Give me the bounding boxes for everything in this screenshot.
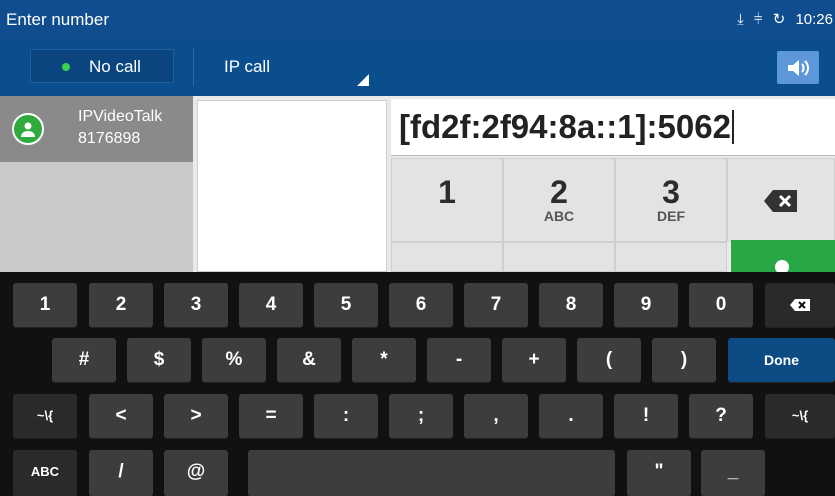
key-abc[interactable]: ABC [13, 450, 77, 496]
number-value: [fd2f:2f94:8a::1]:5062 [399, 108, 731, 145]
key-close-paren[interactable]: ) [652, 338, 716, 382]
key-5[interactable]: 5 [314, 283, 378, 327]
text-caret [731, 110, 734, 144]
key-7[interactable]: 7 [464, 283, 528, 327]
key-minus[interactable]: - [427, 338, 491, 382]
key-6[interactable]: 6 [389, 283, 453, 327]
key-2[interactable]: 2 [89, 283, 153, 327]
key-9[interactable]: 9 [614, 283, 678, 327]
keyboard-backspace-key[interactable] [765, 283, 835, 327]
dialpad-key-6[interactable] [615, 242, 727, 272]
suggestion-pane [197, 100, 387, 272]
key-greater-than[interactable]: > [164, 394, 228, 438]
key-question[interactable]: ? [689, 394, 753, 438]
contact-number: 8176898 [78, 130, 141, 147]
key-asterisk[interactable]: * [352, 338, 416, 382]
page-title: Enter number [6, 10, 109, 29]
speaker-button[interactable] [777, 51, 819, 84]
contact-name: IPVideoTalk [78, 108, 163, 125]
backspace-icon [764, 190, 797, 212]
avatar [12, 113, 44, 145]
key-dollar[interactable]: $ [127, 338, 191, 382]
key-4[interactable]: 4 [239, 283, 303, 327]
key-comma[interactable]: , [464, 394, 528, 438]
dialpad-key-2[interactable]: 2 ABC [503, 158, 615, 242]
dialpad: 1 2 ABC 3 DEF [391, 158, 835, 280]
call-bar: No call IP call [0, 40, 835, 96]
key-0[interactable]: 0 [689, 283, 753, 327]
key-space[interactable] [248, 450, 615, 496]
key-hash[interactable]: # [52, 338, 116, 382]
dialpad-key-4[interactable] [391, 242, 503, 272]
key-period[interactable]: . [539, 394, 603, 438]
key-at[interactable]: @ [164, 450, 228, 496]
key-open-paren[interactable]: ( [577, 338, 641, 382]
dialpad-key-3[interactable]: 3 DEF [615, 158, 727, 242]
dialpad-key-5[interactable] [503, 242, 615, 272]
key-less-than[interactable]: < [89, 394, 153, 438]
number-input[interactable]: [fd2f:2f94:8a::1]:5062 [391, 99, 835, 156]
divider [193, 48, 194, 86]
key-underscore[interactable]: _ [701, 450, 765, 496]
contact-icon [21, 122, 35, 137]
line-status-label: No call [89, 57, 141, 76]
usb-icon: ⫩ [753, 11, 763, 28]
key-1[interactable]: 1 [13, 283, 77, 327]
key-8[interactable]: 8 [539, 283, 603, 327]
speaker-icon [788, 60, 809, 76]
done-button[interactable]: Done [728, 338, 835, 382]
contact-item[interactable]: IPVideoTalk 8176898 [0, 96, 193, 162]
status-icons: ⤓ ⫩ ↻ 10:26 [731, 10, 833, 28]
line-status-button[interactable]: No call [30, 49, 174, 83]
download-icon: ⤓ [737, 11, 744, 28]
sync-icon: ↻ [772, 11, 786, 28]
backspace-icon [790, 299, 810, 311]
soft-keyboard: 1 2 3 4 5 6 7 8 9 0 # $ % & * - + ( ) Do… [0, 272, 835, 496]
key-symbols-right[interactable]: ~\{ [765, 394, 835, 438]
clock-time: 10:26 [795, 11, 833, 28]
key-3[interactable]: 3 [164, 283, 228, 327]
key-percent[interactable]: % [202, 338, 266, 382]
call-type-select[interactable]: IP call [224, 57, 270, 77]
key-ampersand[interactable]: & [277, 338, 341, 382]
status-bar: Enter number ⤓ ⫩ ↻ 10:26 [0, 0, 835, 40]
key-semicolon[interactable]: ; [389, 394, 453, 438]
key-slash[interactable]: / [89, 450, 153, 496]
key-quote[interactable]: " [627, 450, 691, 496]
backspace-button[interactable] [727, 158, 835, 242]
dropdown-corner-icon [357, 74, 369, 86]
key-exclamation[interactable]: ! [614, 394, 678, 438]
dialpad-key-1[interactable]: 1 [391, 158, 503, 242]
status-dot-icon [62, 63, 70, 71]
key-plus[interactable]: + [502, 338, 566, 382]
contact-list-empty [0, 162, 193, 272]
key-equals[interactable]: = [239, 394, 303, 438]
key-colon[interactable]: : [314, 394, 378, 438]
key-symbols-left[interactable]: ~\{ [13, 394, 77, 438]
